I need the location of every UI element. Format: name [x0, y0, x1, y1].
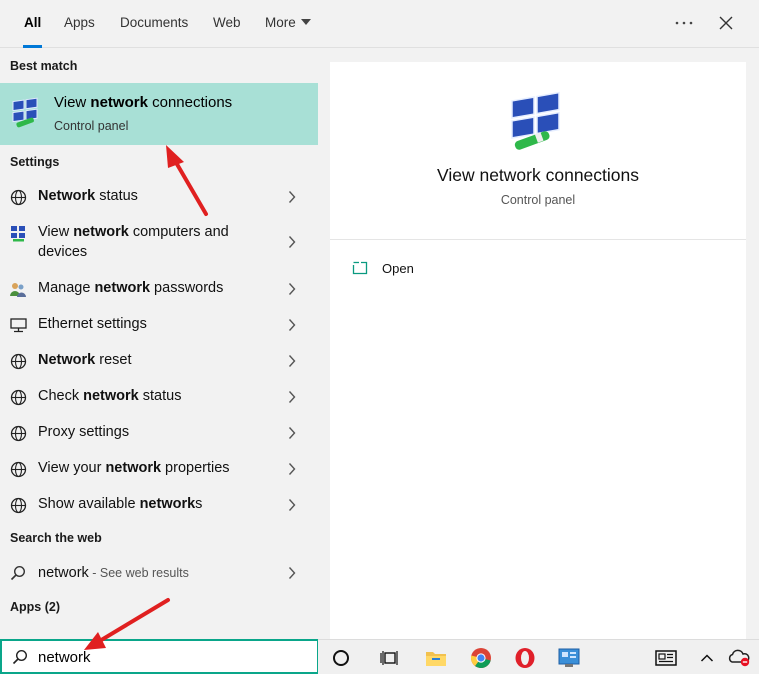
- chevron-right-icon: [288, 283, 296, 295]
- news-icon[interactable]: [646, 640, 686, 674]
- settings-item-label: Check network status: [38, 388, 182, 404]
- settings-item-label: View your network properties: [38, 460, 230, 476]
- web-search-result[interactable]: network - See web results: [0, 559, 318, 587]
- settings-item[interactable]: View your network properties: [0, 455, 318, 483]
- globe-icon: [9, 460, 27, 478]
- more-options-icon[interactable]: [669, 8, 699, 38]
- taskbar: [318, 639, 759, 674]
- tab-web[interactable]: Web: [213, 0, 241, 48]
- best-match-heading: Best match: [10, 59, 78, 73]
- chevron-right-icon: [288, 391, 296, 403]
- credential-manager-icon: [9, 280, 27, 298]
- chevron-right-icon: [288, 191, 296, 203]
- web-search-text: network - See web results: [38, 565, 189, 581]
- open-label: Open: [382, 261, 414, 276]
- tab-apps[interactable]: Apps: [64, 0, 95, 48]
- settings-item-label: View network computers and devices: [38, 224, 229, 260]
- filter-tab-bar: All Apps Documents Web More: [0, 0, 759, 48]
- network-connections-icon: [10, 95, 42, 132]
- globe-icon: [9, 496, 27, 514]
- globe-icon: [9, 188, 27, 206]
- caret-down-icon: [300, 19, 311, 26]
- chevron-right-icon: [288, 319, 296, 331]
- settings-item[interactable]: View network computers and devices: [0, 219, 318, 267]
- opera-icon[interactable]: [505, 640, 545, 674]
- results-list: Best match View network connections Cont…: [0, 49, 318, 639]
- ethernet-icon: [9, 316, 27, 334]
- task-view-icon[interactable]: [370, 640, 410, 674]
- chevron-right-icon: [288, 355, 296, 367]
- settings-heading: Settings: [10, 155, 60, 169]
- network-computers-icon: [9, 224, 27, 242]
- network-connections-icon: [506, 86, 568, 153]
- file-explorer-icon[interactable]: [416, 640, 456, 674]
- settings-item[interactable]: Check network status: [0, 383, 318, 411]
- apps-heading: Apps (2): [10, 600, 60, 614]
- search-box: [0, 639, 318, 674]
- search-icon: [9, 564, 27, 582]
- control-panel-icon[interactable]: [549, 640, 589, 674]
- settings-item[interactable]: Proxy settings: [0, 419, 318, 447]
- chevron-right-icon: [288, 427, 296, 439]
- close-icon[interactable]: [711, 8, 741, 38]
- tab-documents[interactable]: Documents: [120, 0, 188, 48]
- search-icon: [12, 649, 28, 668]
- tab-more-label: More: [265, 15, 296, 30]
- cortana-icon[interactable]: [321, 640, 361, 674]
- settings-item[interactable]: Network reset: [0, 347, 318, 375]
- chevron-right-icon: [288, 567, 296, 579]
- open-icon: [352, 261, 368, 275]
- settings-item[interactable]: Ethernet settings: [0, 311, 318, 339]
- tab-all[interactable]: All: [22, 0, 43, 48]
- settings-item[interactable]: Show available networks: [0, 491, 318, 519]
- preview-subtitle: Control panel: [500, 193, 576, 207]
- onedrive-icon[interactable]: [719, 640, 759, 674]
- settings-item-label: Show available networks: [38, 496, 203, 512]
- settings-item-label: Proxy settings: [38, 424, 130, 440]
- settings-item-label: Ethernet settings: [38, 316, 147, 332]
- chevron-right-icon: [288, 236, 296, 248]
- settings-item-label: Manage network passwords: [38, 280, 224, 296]
- chevron-right-icon: [288, 463, 296, 475]
- settings-item[interactable]: Network status: [0, 183, 318, 211]
- settings-item[interactable]: Manage network passwords: [0, 275, 318, 303]
- settings-item-label: Network reset: [38, 352, 132, 368]
- globe-icon: [9, 388, 27, 406]
- preview-pane: View network connections Control panel O…: [330, 62, 746, 639]
- best-match-subtitle: Control panel: [54, 119, 129, 133]
- search-input[interactable]: [38, 645, 298, 669]
- globe-icon: [9, 424, 27, 442]
- preview-title: View network connections: [436, 165, 639, 185]
- best-match-title: View network connections: [54, 94, 233, 111]
- settings-item-label: Network status: [38, 188, 138, 204]
- tab-more[interactable]: More: [265, 0, 311, 48]
- search-web-heading: Search the web: [10, 531, 102, 545]
- best-match-item[interactable]: View network connections Control panel: [0, 83, 318, 145]
- preview-divider: [330, 239, 746, 240]
- chrome-icon[interactable]: [461, 640, 501, 674]
- globe-icon: [9, 352, 27, 370]
- chevron-right-icon: [288, 499, 296, 511]
